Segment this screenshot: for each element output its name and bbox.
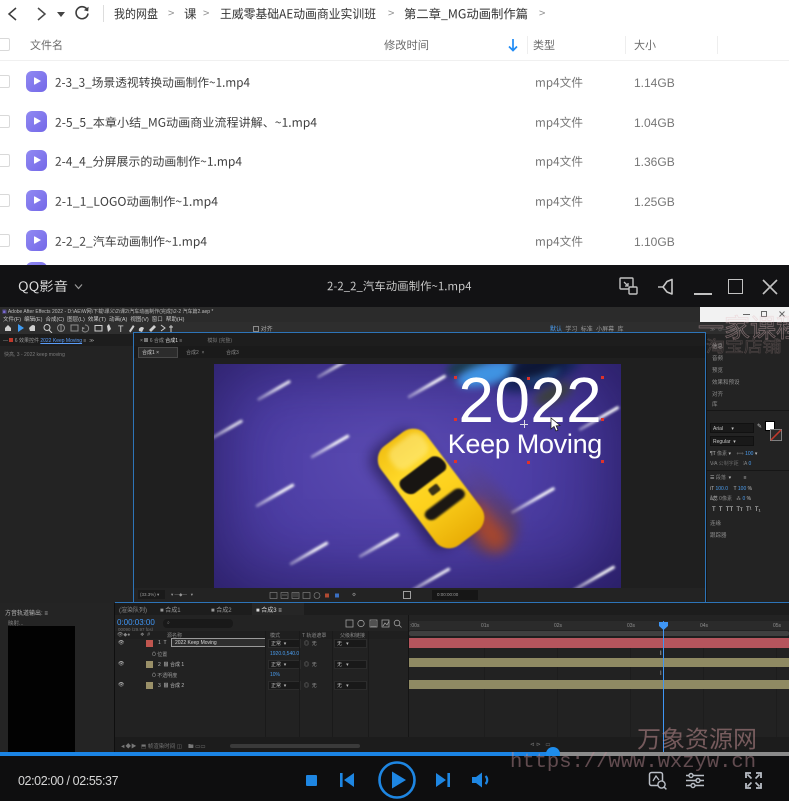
svg-text:T: T [118,324,124,333]
